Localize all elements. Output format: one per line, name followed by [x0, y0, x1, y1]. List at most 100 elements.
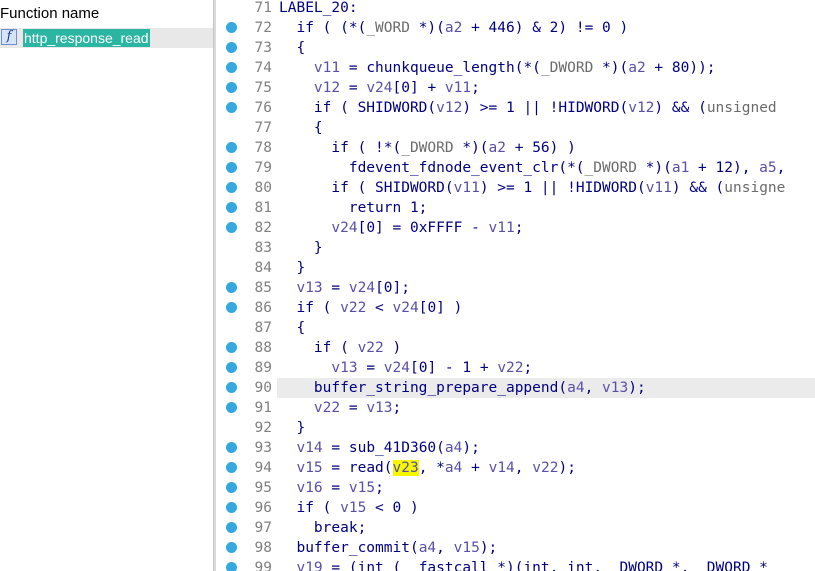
code-line[interactable]: 84 } [216, 258, 815, 278]
code-text[interactable]: buffer_string_prepare_append(a4, v13); [279, 378, 646, 398]
code-text[interactable]: if ( SHIDWORD(v11) >= 1 || !HIDWORD(v11)… [279, 178, 785, 198]
code-token: v12 [313, 80, 341, 96]
breakpoint-dot-icon[interactable] [226, 162, 237, 173]
breakpoint-dot-icon[interactable] [226, 482, 237, 493]
code-line[interactable]: 81 return 1; [216, 198, 815, 218]
breakpoint-dot-icon[interactable] [226, 202, 237, 213]
breakpoint-dot-icon[interactable] [226, 82, 237, 93]
breakpoint-dot-icon[interactable] [226, 222, 237, 233]
code-line[interactable]: 87 { [216, 318, 815, 338]
breakpoint-dot-icon[interactable] [226, 342, 237, 353]
code-token: ; [471, 80, 480, 96]
code-line[interactable]: 80 if ( SHIDWORD(v11) >= 1 || !HIDWORD(v… [216, 178, 815, 198]
breakpoint-dot-icon[interactable] [226, 462, 237, 473]
code-text[interactable]: if ( !*(_DWORD *)(a2 + 56) ) [279, 138, 575, 158]
code-text[interactable]: if ( (*(_WORD *)(a2 + 446) & 2) != 0 ) [279, 18, 628, 38]
code-line[interactable]: 95 v16 = v15; [216, 478, 815, 498]
code-line[interactable]: 76 if ( SHIDWORD(v12) >= 1 || !HIDWORD(v… [216, 98, 815, 118]
code-line[interactable]: 83 } [216, 238, 815, 258]
code-line[interactable]: 96 if ( v15 < 0 ) [216, 498, 815, 518]
code-token: , [776, 160, 786, 176]
code-line[interactable]: 72 if ( (*(_WORD *)(a2 + 446) & 2) != 0 … [216, 18, 815, 38]
code-line[interactable]: 90 buffer_string_prepare_append(a4, v13)… [216, 378, 815, 398]
line-number: 84 [254, 260, 272, 276]
code-text[interactable]: v24[0] = 0xFFFF - v11; [279, 218, 523, 238]
breakpoint-dot-icon[interactable] [226, 402, 237, 413]
code-line[interactable]: 74 v11 = chunkqueue_length(*(_DWORD *)(a… [216, 58, 815, 78]
code-line[interactable]: 94 v15 = read(v23, *a4 + v14, v22); [216, 458, 815, 478]
code-text[interactable]: { [279, 318, 305, 338]
code-text[interactable]: fdevent_fdnode_event_clr(*(_DWORD *)(a1 … [279, 158, 786, 178]
code-token: if ( !*( [279, 140, 402, 156]
breakpoint-dot-icon[interactable] [226, 502, 237, 513]
function-name[interactable]: http_response_read [23, 29, 150, 47]
code-text[interactable]: v13 = v24[0]; [279, 278, 410, 298]
code-text[interactable]: v22 = v13; [279, 398, 401, 418]
breakpoint-dot-icon[interactable] [226, 442, 237, 453]
code-line[interactable]: 77 { [216, 118, 815, 138]
code-token: a4 [444, 440, 463, 456]
code-text[interactable]: v16 = v15; [279, 478, 383, 498]
code-line[interactable]: 78 if ( !*(_DWORD *)(a2 + 56) ) [216, 138, 815, 158]
breakpoint-dot-icon[interactable] [226, 522, 237, 533]
breakpoint-dot-icon[interactable] [226, 182, 237, 193]
code-line[interactable]: 86 if ( v22 < v24[0] ) [216, 298, 815, 318]
code-text[interactable]: if ( v15 < 0 ) [279, 498, 418, 518]
code-line[interactable]: 88 if ( v22 ) [216, 338, 815, 358]
code-text[interactable]: v12 = v24[0] + v11; [279, 78, 480, 98]
code-line[interactable]: 79 fdevent_fdnode_event_clr(*(_DWORD *)(… [216, 158, 815, 178]
breakpoint-dot-icon[interactable] [226, 282, 237, 293]
code-text[interactable]: } [279, 258, 305, 278]
breakpoint-dot-icon[interactable] [226, 42, 237, 53]
pseudocode-view[interactable]: 71 LABEL_20: 72 if ( (*(_WORD *)(a2 + 446)… [216, 0, 815, 571]
code-text[interactable]: return 1; [279, 198, 428, 218]
code-line[interactable]: 98 buffer_commit(a4, v15); [216, 538, 815, 558]
breakpoint-dot-icon[interactable] [226, 562, 237, 571]
code-token: v12 [628, 100, 655, 116]
code-token: a2 [488, 140, 506, 156]
breakpoint-dot-icon[interactable] [226, 382, 237, 393]
line-number: 80 [254, 180, 272, 196]
code-line[interactable]: 82 v24[0] = 0xFFFF - v11; [216, 218, 815, 238]
function-list-item[interactable]: f http_response_read [0, 28, 213, 48]
code-text[interactable]: LABEL_20: [279, 0, 358, 18]
code-text[interactable]: { [279, 38, 305, 58]
code-text[interactable]: } [279, 238, 323, 258]
code-line[interactable]: 99 v19 = (int (__fastcall *)(int, int, _… [216, 558, 815, 571]
code-text[interactable]: v11 = chunkqueue_length(*(_DWORD *)(a2 +… [279, 58, 716, 78]
code-line[interactable]: 93 v14 = sub_41D360(a4); [216, 438, 815, 458]
breakpoint-dot-icon[interactable] [226, 62, 237, 73]
code-token: if ( [279, 300, 341, 316]
code-text[interactable]: if ( v22 ) [279, 338, 401, 358]
code-token: , [436, 540, 454, 556]
code-text[interactable]: v15 = read(v23, *a4 + v14, v22); [279, 458, 576, 478]
functions-column-header[interactable]: Function name [0, 4, 99, 24]
code-text[interactable]: v14 = sub_41D360(a4); [279, 438, 479, 458]
breakpoint-dot-icon[interactable] [226, 362, 237, 373]
code-line[interactable]: 97 break; [216, 518, 815, 538]
code-line[interactable]: 89 v13 = v24[0] - 1 + v22; [216, 358, 815, 378]
code-text[interactable]: break; [279, 518, 366, 538]
code-line[interactable]: 91 v22 = v13; [216, 398, 815, 418]
line-number: 86 [254, 300, 272, 316]
code-text[interactable]: { [279, 118, 323, 138]
code-text[interactable]: if ( v22 < v24[0] ) [279, 298, 462, 318]
code-text[interactable]: v13 = v24[0] - 1 + v22; [279, 358, 532, 378]
breakpoint-dot-icon[interactable] [226, 542, 237, 553]
code-line[interactable]: 75 v12 = v24[0] + v11; [216, 78, 815, 98]
breakpoint-dot-icon[interactable] [226, 302, 237, 313]
code-token: } [279, 420, 306, 436]
code-text[interactable]: buffer_commit(a4, v15); [279, 538, 497, 558]
code-line[interactable]: 92 } [216, 418, 815, 438]
code-text[interactable]: v19 = (int (__fastcall *)(int, int, _DWO… [279, 558, 767, 571]
breakpoint-dot-icon[interactable] [226, 102, 237, 113]
code-text[interactable]: if ( SHIDWORD(v12) >= 1 || !HIDWORD(v12)… [279, 98, 777, 118]
breakpoint-dot-icon[interactable] [226, 142, 237, 153]
code-line[interactable]: 73 { [216, 38, 815, 58]
code-text[interactable]: } [279, 418, 305, 438]
code-line[interactable]: 71 LABEL_20: [216, 0, 815, 18]
code-line[interactable]: 85 v13 = v24[0]; [216, 278, 815, 298]
code-token: ) [383, 340, 402, 356]
breakpoint-dot-icon[interactable] [226, 22, 237, 33]
